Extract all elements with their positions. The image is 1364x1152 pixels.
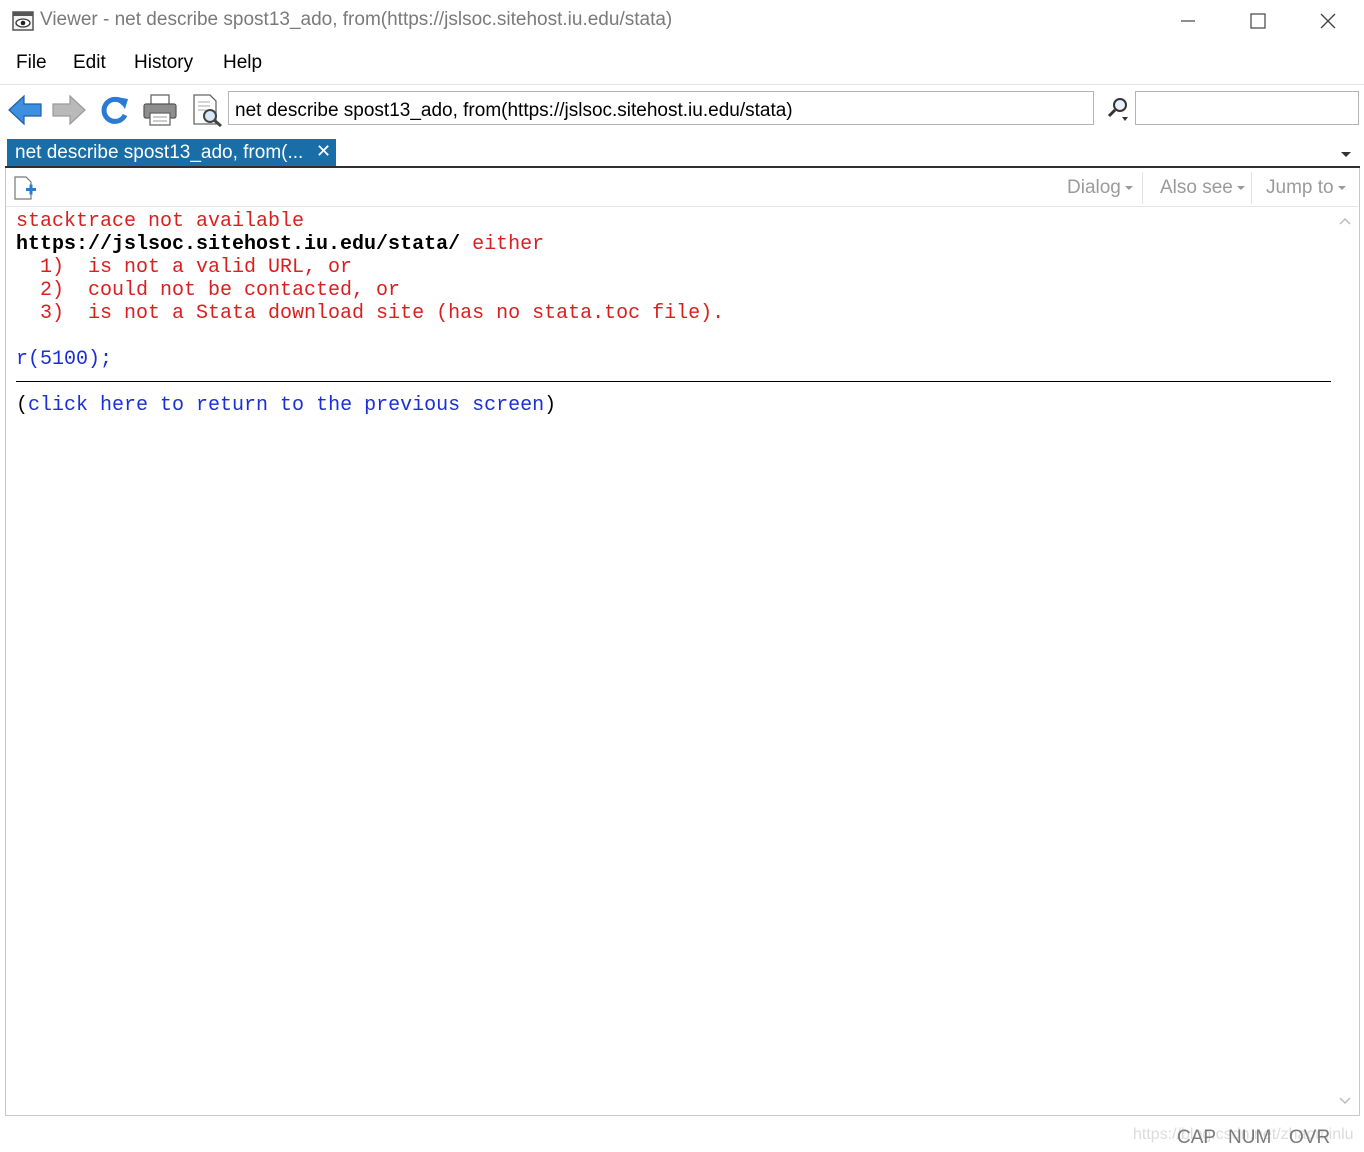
status-cap: CAP — [1177, 1127, 1217, 1148]
maximize-icon — [1250, 13, 1266, 29]
jump-to-menu-button[interactable]: Jump to — [1266, 177, 1346, 199]
error-reason-2: 2) could not be contacted, or — [16, 279, 401, 302]
document-search-icon — [193, 94, 222, 128]
menu-edit[interactable]: Edit — [73, 52, 106, 74]
status-ovr: OVR — [1289, 1127, 1331, 1148]
error-url-line: https://jslsoc.sitehost.iu.edu/stata/ ei… — [16, 233, 544, 256]
error-url: https://jslsoc.sitehost.iu.edu/stata/ — [16, 233, 461, 256]
menu-file[interactable]: File — [16, 52, 47, 74]
caret-down-icon — [1236, 185, 1245, 190]
error-reason-1: 1) is not a valid URL, or — [16, 256, 353, 279]
tab-list-dropdown[interactable] — [1340, 146, 1352, 164]
refresh-icon — [101, 96, 128, 124]
jump-to-label: Jump to — [1266, 177, 1334, 198]
horizontal-rule — [16, 381, 1331, 382]
paren-open: ( — [16, 394, 29, 417]
search-icon — [1107, 98, 1128, 121]
error-either-text: either — [460, 233, 545, 256]
viewer-eye-icon — [12, 11, 34, 31]
also-see-label: Also see — [1160, 177, 1233, 198]
refresh-button[interactable] — [94, 90, 134, 130]
minimize-icon — [1181, 20, 1195, 22]
return-code: r(5100); — [16, 348, 113, 371]
caret-down-icon — [1124, 185, 1133, 190]
print-button[interactable] — [140, 90, 180, 130]
return-to-previous-link[interactable]: click here to return to the previous scr… — [28, 394, 544, 417]
command-input[interactable] — [228, 91, 1094, 125]
new-document-icon — [14, 176, 36, 200]
maximize-button[interactable] — [1228, 0, 1288, 42]
paren-close: ) — [544, 394, 557, 417]
minimize-button[interactable] — [1158, 0, 1218, 42]
menu-help[interactable]: Help — [223, 52, 262, 74]
back-arrow-icon — [8, 94, 42, 126]
tab-net-describe[interactable]: net describe spost13_ado, from(... ✕ — [7, 139, 336, 166]
error-stacktrace-line: stacktrace not available — [16, 210, 305, 233]
doc-toolbar-divider — [1251, 172, 1252, 204]
chevron-down-icon — [1341, 152, 1351, 157]
close-window-button[interactable] — [1298, 0, 1358, 42]
toolbar-divider — [0, 84, 1364, 85]
forward-button[interactable] — [49, 90, 89, 130]
close-icon — [1320, 13, 1336, 29]
scroll-up-icon[interactable] — [1339, 217, 1351, 225]
viewer-doc-toolbar — [6, 169, 1358, 207]
back-button[interactable] — [5, 90, 45, 130]
search-input[interactable] — [1135, 91, 1359, 125]
printer-icon — [143, 94, 177, 126]
vertical-scrollbar[interactable] — [1332, 207, 1358, 1113]
new-viewer-tab-button[interactable] — [13, 175, 37, 201]
caret-down-icon — [1337, 185, 1346, 190]
error-reason-3: 3) is not a Stata download site (has no … — [16, 302, 725, 325]
forward-arrow-icon — [52, 94, 86, 126]
find-in-page-button[interactable] — [186, 90, 226, 130]
tab-close-icon[interactable]: ✕ — [316, 141, 331, 162]
dialog-menu-button[interactable]: Dialog — [1067, 177, 1133, 199]
also-see-menu-button[interactable]: Also see — [1160, 177, 1245, 199]
doc-toolbar-divider — [1142, 172, 1143, 204]
scroll-down-icon[interactable] — [1339, 1097, 1351, 1105]
menu-bar — [0, 42, 1364, 84]
return-line: (click here to return to the previous sc… — [16, 394, 556, 417]
menu-history[interactable]: History — [134, 52, 193, 74]
tab-label: net describe spost13_ado, from(... — [15, 142, 304, 163]
search-options-button[interactable] — [1106, 96, 1132, 122]
dialog-label: Dialog — [1067, 177, 1121, 198]
status-num: NUM — [1228, 1127, 1272, 1148]
window-title: Viewer - net describe spost13_ado, from(… — [40, 9, 673, 30]
